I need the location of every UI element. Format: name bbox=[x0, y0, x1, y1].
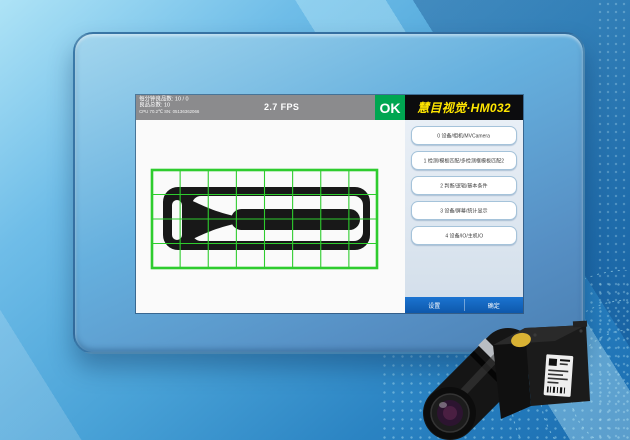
menu-button-display-stats[interactable]: 3 设备/屏幕/统计显示 bbox=[411, 201, 517, 220]
menu-button-camera[interactable]: 0 设备/相机/MVCamera bbox=[411, 126, 517, 145]
hmi-panel-device: 每分钟良品数: 10 / 0 良品总数: 10 CPU 70.2℃ SN: 05… bbox=[73, 32, 585, 354]
brand-title: 慧目视觉·HM032 bbox=[405, 95, 523, 120]
screen-content: 0 设备/相机/MVCamera 1 检测/模板匹配/多检测框模板匹配2 2 判… bbox=[136, 120, 523, 313]
production-stats: 每分钟良品数: 10 / 0 良品总数: 10 CPU 70.2℃ SN: 05… bbox=[136, 95, 375, 120]
menu-button-host-io[interactable]: 4 设备/IO/主机IO bbox=[411, 226, 517, 245]
tool-menu-panel: 0 设备/相机/MVCamera 1 检测/模板匹配/多检测框模板匹配2 2 判… bbox=[405, 120, 523, 313]
scene: 每分钟良品数: 10 / 0 良品总数: 10 CPU 70.2℃ SN: 05… bbox=[0, 0, 630, 440]
inspection-grid bbox=[152, 170, 377, 268]
industrial-camera bbox=[405, 315, 630, 440]
lens-glint bbox=[439, 402, 447, 408]
menu-button-logic-condition[interactable]: 2 判断/逻辑/基本条件 bbox=[411, 176, 517, 195]
status-badge: OK bbox=[375, 95, 405, 120]
camera-label bbox=[544, 354, 574, 397]
stat-cpu-sn: CPU 70.2℃ SN: 05136362066 bbox=[139, 110, 375, 115]
panel-footer: 设置 确定 bbox=[405, 297, 523, 313]
inspection-view bbox=[136, 120, 405, 313]
settings-button[interactable]: 设置 bbox=[405, 297, 464, 313]
confirm-button[interactable]: 确定 bbox=[465, 297, 524, 313]
menu-button-template-match[interactable]: 1 检测/模板匹配/多检测框模板匹配2 bbox=[411, 151, 517, 170]
camera-viewport bbox=[136, 120, 405, 313]
hmi-screen: 每分钟良品数: 10 / 0 良品总数: 10 CPU 70.2℃ SN: 05… bbox=[136, 95, 523, 313]
topbar: 每分钟良品数: 10 / 0 良品总数: 10 CPU 70.2℃ SN: 05… bbox=[136, 95, 523, 120]
fps-readout: 2.7 FPS bbox=[264, 102, 299, 112]
